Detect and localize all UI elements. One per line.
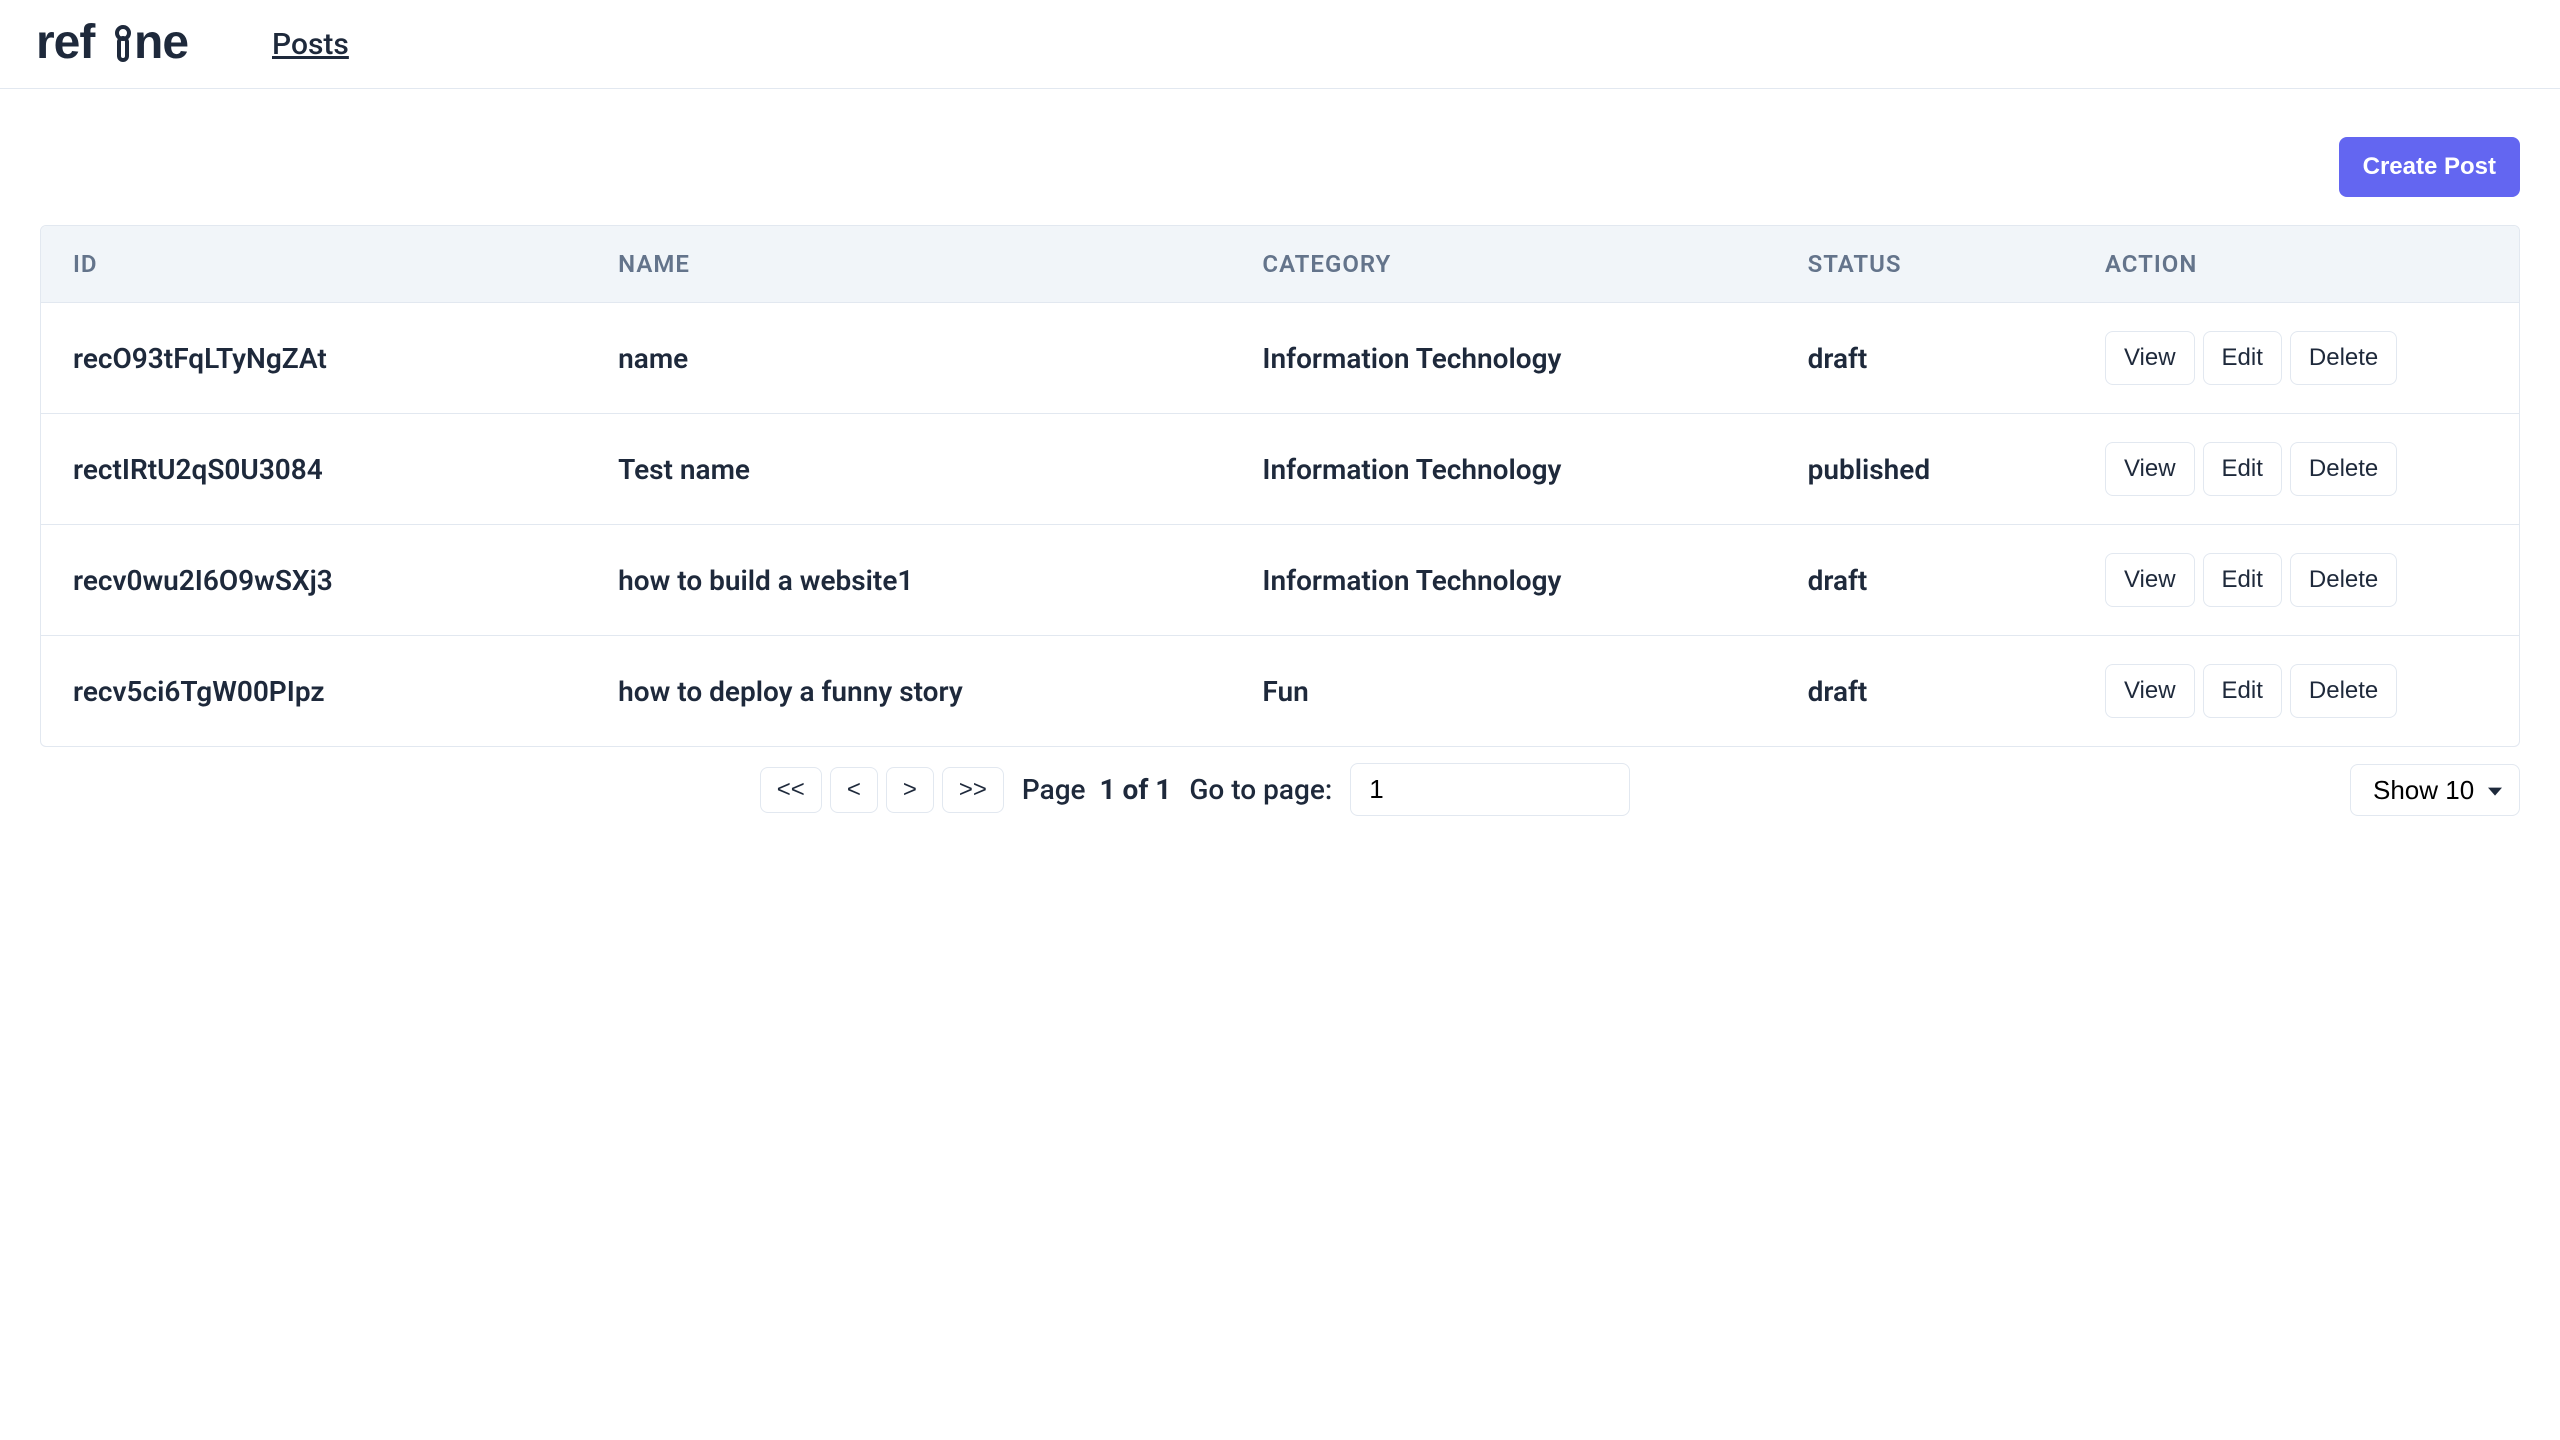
cell-category: Information Technology xyxy=(1230,303,1775,414)
cell-actions: View Edit Delete xyxy=(2073,525,2519,636)
cell-name: name xyxy=(586,303,1230,414)
delete-button[interactable]: Delete xyxy=(2290,442,2397,496)
table-header-status: STATUS xyxy=(1776,226,2073,303)
cell-id: rectIRtU2qS0U3084 xyxy=(41,414,586,525)
delete-button[interactable]: Delete xyxy=(2290,664,2397,718)
svg-text:ne: ne xyxy=(134,18,188,69)
table-row: rectIRtU2qS0U3084 Test name Information … xyxy=(41,414,2519,525)
cell-actions: View Edit Delete xyxy=(2073,303,2519,414)
table-header-id: ID xyxy=(41,226,586,303)
goto-page-input[interactable] xyxy=(1350,763,1630,816)
goto-label: Go to page: xyxy=(1189,773,1332,806)
view-button[interactable]: View xyxy=(2105,664,2195,718)
cell-name: how to build a website1 xyxy=(586,525,1230,636)
page-next-button[interactable]: > xyxy=(886,767,934,813)
table-header-name: NAME xyxy=(586,226,1230,303)
table-header-row: ID NAME CATEGORY STATUS ACTION xyxy=(41,226,2519,303)
cell-status: draft xyxy=(1776,303,2073,414)
table-header-action: ACTION xyxy=(2073,226,2519,303)
logo: ref ne xyxy=(36,18,256,70)
nav-posts[interactable]: Posts xyxy=(272,27,349,62)
cell-id: recv0wu2I6O9wSXj3 xyxy=(41,525,586,636)
edit-button[interactable]: Edit xyxy=(2203,553,2282,607)
app-header: ref ne Posts xyxy=(0,0,2560,89)
svg-text:ref: ref xyxy=(36,18,96,69)
cell-category: Information Technology xyxy=(1230,525,1775,636)
pagination: << < > >> Page 1 of 1 Go to page: Show 1… xyxy=(40,747,2520,832)
cell-actions: View Edit Delete xyxy=(2073,636,2519,747)
main-container: Create Post ID NAME CATEGORY STATUS ACTI… xyxy=(0,89,2560,832)
view-button[interactable]: View xyxy=(2105,553,2195,607)
create-post-button[interactable]: Create Post xyxy=(2339,137,2520,197)
delete-button[interactable]: Delete xyxy=(2290,553,2397,607)
cell-category: Information Technology xyxy=(1230,414,1775,525)
cell-actions: View Edit Delete xyxy=(2073,414,2519,525)
page-current: 1 of 1 xyxy=(1099,773,1171,806)
cell-status: draft xyxy=(1776,636,2073,747)
edit-button[interactable]: Edit xyxy=(2203,331,2282,385)
table-row: recv0wu2I6O9wSXj3 how to build a website… xyxy=(41,525,2519,636)
table-row: recO93tFqLTyNgZAt name Information Techn… xyxy=(41,303,2519,414)
view-button[interactable]: View xyxy=(2105,331,2195,385)
cell-name: how to deploy a funny story xyxy=(586,636,1230,747)
cell-status: published xyxy=(1776,414,2073,525)
cell-id: recv5ci6TgW00PIpz xyxy=(41,636,586,747)
page-size-select[interactable]: Show 10 xyxy=(2350,764,2520,816)
table-header-category: CATEGORY xyxy=(1230,226,1775,303)
page-first-button[interactable]: << xyxy=(760,767,822,813)
page-prev-button[interactable]: < xyxy=(830,767,878,813)
cell-name: Test name xyxy=(586,414,1230,525)
cell-status: draft xyxy=(1776,525,2073,636)
edit-button[interactable]: Edit xyxy=(2203,664,2282,718)
delete-button[interactable]: Delete xyxy=(2290,331,2397,385)
page-last-button[interactable]: >> xyxy=(942,767,1004,813)
page-label: Page 1 of 1 xyxy=(1022,773,1171,806)
table-row: recv5ci6TgW00PIpz how to deploy a funny … xyxy=(41,636,2519,747)
view-button[interactable]: View xyxy=(2105,442,2195,496)
page-label-text: Page xyxy=(1022,773,1086,806)
posts-table-wrapper: ID NAME CATEGORY STATUS ACTION recO93tFq… xyxy=(40,225,2520,747)
cell-id: recO93tFqLTyNgZAt xyxy=(41,303,586,414)
refine-logo-svg: ref ne xyxy=(36,18,256,70)
cell-category: Fun xyxy=(1230,636,1775,747)
edit-button[interactable]: Edit xyxy=(2203,442,2282,496)
posts-table: ID NAME CATEGORY STATUS ACTION recO93tFq… xyxy=(41,226,2519,746)
toolbar: Create Post xyxy=(40,137,2520,197)
